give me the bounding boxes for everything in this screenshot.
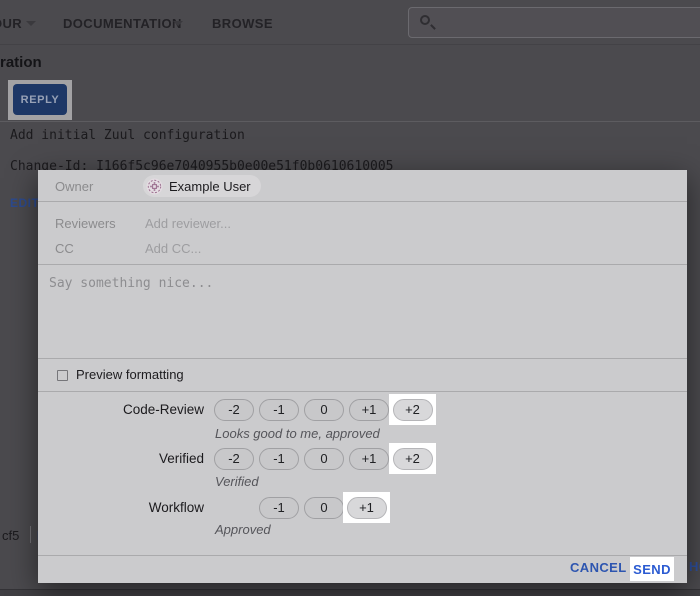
owner-name: Example User <box>169 179 251 194</box>
divider <box>38 358 687 359</box>
vote-button-zero[interactable]: 0 <box>304 497 344 519</box>
divider <box>30 526 31 543</box>
vote-button-zero[interactable]: 0 <box>304 399 344 421</box>
reviewers-label: Reviewers <box>55 216 116 231</box>
send-button[interactable]: SEND <box>633 562 671 577</box>
vote-button-plus2[interactable]: +2 <box>393 448 433 470</box>
vote-button-plus1[interactable]: +1 <box>349 448 389 470</box>
chevron-down-icon <box>173 21 183 26</box>
top-nav-bar: OUR DOCUMENTATION BROWSE <box>0 0 700 45</box>
search-icon <box>420 15 430 25</box>
highlight-box: +2 <box>389 443 436 474</box>
right-link-fragment[interactable]: HO <box>689 559 700 574</box>
cancel-button[interactable]: CANCEL <box>570 560 627 575</box>
reply-highlight-box: REPLY <box>8 80 72 120</box>
divider <box>38 391 687 392</box>
preview-formatting-label: Preview formatting <box>76 367 184 382</box>
vote-button-plus2[interactable]: +2 <box>393 399 433 421</box>
owner-chip[interactable]: Example User <box>143 175 261 197</box>
commit-sha-fragment: cf5 <box>2 528 19 543</box>
owner-label: Owner <box>55 179 93 194</box>
add-cc-input[interactable]: Add CC... <box>145 241 201 256</box>
vote-button-plus1[interactable]: +1 <box>349 399 389 421</box>
divider <box>38 201 687 202</box>
send-highlight-box: SEND <box>630 557 674 581</box>
avatar-icon <box>146 178 163 195</box>
vote-button-minus1[interactable]: -1 <box>259 448 299 470</box>
vote-button-zero[interactable]: 0 <box>304 448 344 470</box>
page-footer-strip <box>0 589 700 596</box>
divider <box>38 555 687 556</box>
reply-dialog: Owner Example User Reviewers Add reviewe… <box>38 170 687 583</box>
cc-label: CC <box>55 241 74 256</box>
vote-button-minus2[interactable]: -2 <box>214 448 254 470</box>
message-placeholder: Say something nice... <box>49 276 213 291</box>
vote-description: Approved <box>215 522 271 537</box>
vote-label-verified: Verified <box>38 448 204 470</box>
preview-formatting-checkbox[interactable] <box>57 370 68 381</box>
vote-button-minus1[interactable]: -1 <box>259 497 299 519</box>
vote-label-workflow: Workflow <box>38 497 204 519</box>
vote-button-minus2[interactable]: -2 <box>214 399 254 421</box>
vote-button-minus1[interactable]: -1 <box>259 399 299 421</box>
chevron-down-icon <box>26 21 36 26</box>
message-textarea[interactable]: Say something nice... <box>38 265 687 358</box>
vote-button-plus1[interactable]: +1 <box>347 497 387 519</box>
nav-your[interactable]: OUR <box>0 16 22 31</box>
search-input[interactable] <box>408 7 700 38</box>
nav-browse[interactable]: BROWSE <box>212 16 273 31</box>
page-title-fragment: ration <box>0 54 42 71</box>
commit-message: Add initial Zuul configuration <box>10 128 245 143</box>
gerrit-reply-screenshot: OUR DOCUMENTATION BROWSE ration REPLY Ad… <box>0 0 700 596</box>
section-divider <box>0 121 700 122</box>
highlight-box: +2 <box>389 394 436 425</box>
add-reviewer-input[interactable]: Add reviewer... <box>145 216 231 231</box>
vote-description: Verified <box>215 474 259 489</box>
edit-link[interactable]: EDIT <box>10 196 39 210</box>
nav-documentation[interactable]: DOCUMENTATION <box>63 16 182 31</box>
reply-button[interactable]: REPLY <box>13 84 67 115</box>
highlight-box: +1 <box>343 492 390 523</box>
vote-description: Looks good to me, approved <box>215 426 380 441</box>
vote-label-code-review: Code-Review <box>38 399 204 421</box>
